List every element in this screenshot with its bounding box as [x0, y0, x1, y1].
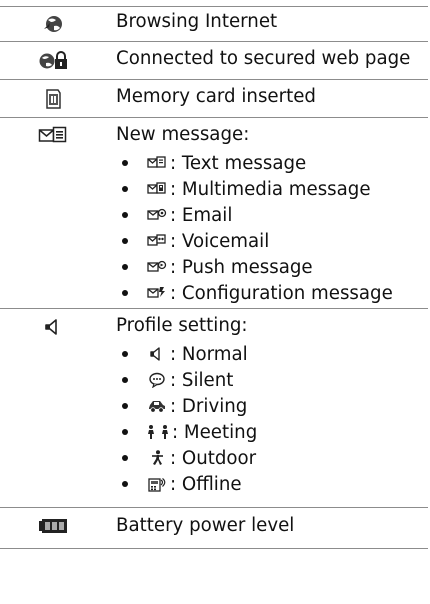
list-item-configuration-message: : Configuration message — [116, 280, 426, 306]
speaker-icon — [0, 317, 106, 337]
list-item-normal: : Normal — [116, 341, 426, 367]
list-item-voicemail: : Voicemail — [116, 228, 426, 254]
voicemail-icon — [146, 233, 168, 249]
multimedia-message-icon — [146, 181, 168, 197]
silent-icon — [146, 372, 168, 388]
bullet — [122, 403, 128, 409]
configuration-message-icon — [146, 285, 168, 301]
item-label: : Outdoor — [170, 447, 257, 469]
bullet — [122, 186, 128, 192]
bullet — [122, 212, 128, 218]
new-message-icon — [0, 126, 106, 146]
bullet — [122, 429, 128, 435]
list-item-silent: : Silent — [116, 367, 426, 393]
offline-icon — [146, 476, 168, 492]
table-row-memory-card: Memory card inserted — [0, 79, 428, 117]
item-label: : Driving — [170, 395, 248, 417]
text-message-icon — [146, 155, 168, 171]
item-label: : Push message — [170, 256, 313, 278]
bullet — [122, 455, 128, 461]
list-item-email: : Email — [116, 202, 426, 228]
table-row-new-message: New message: : Text message : Multimedia… — [0, 117, 428, 308]
table-row-browsing: Browsing Internet — [0, 6, 428, 41]
battery-icon — [0, 518, 106, 534]
list-item-push-message: : Push message — [116, 254, 426, 280]
row-label: Connected to secured web page — [116, 48, 411, 69]
normal-speaker-icon — [146, 346, 168, 362]
list-item-driving: : Driving — [116, 393, 426, 419]
bullet — [122, 481, 128, 487]
item-label: : Silent — [170, 369, 234, 391]
driving-car-icon — [146, 398, 168, 414]
email-icon — [146, 207, 168, 223]
row-label: Profile setting: — [116, 315, 248, 336]
meeting-icon — [146, 424, 170, 440]
item-label: : Multimedia message — [170, 178, 371, 200]
item-label: : Configuration message — [170, 282, 393, 304]
table-row-battery: Battery power level — [0, 507, 428, 549]
row-label: New message: — [116, 124, 250, 145]
row-label: Battery power level — [116, 515, 295, 536]
item-label: : Text message — [170, 152, 307, 174]
list-item-offline: : Offline — [116, 471, 426, 497]
status-icon-table: Browsing Internet Connected to secured w… — [0, 0, 428, 549]
push-message-icon — [146, 259, 168, 275]
bullet — [122, 264, 128, 270]
item-label: : Voicemail — [170, 230, 270, 252]
bullet — [122, 290, 128, 296]
list-item-meeting: : Meeting — [116, 419, 426, 445]
table-row-profile-setting: Profile setting: : Normal : Silent : Dri… — [0, 308, 428, 499]
list-item-multimedia-message: : Multimedia message — [116, 176, 426, 202]
list-item-outdoor: : Outdoor — [116, 445, 426, 471]
item-label: : Offline — [170, 473, 242, 495]
bullet — [122, 238, 128, 244]
secure-globe-lock-icon — [0, 50, 106, 72]
list-item-text-message: : Text message — [116, 150, 426, 176]
row-label: Browsing Internet — [116, 11, 278, 32]
bullet — [122, 377, 128, 383]
item-label: : Email — [170, 204, 233, 226]
item-label: : Normal — [170, 343, 248, 365]
outdoor-person-icon — [146, 450, 168, 466]
bullet — [122, 351, 128, 357]
memory-card-icon — [0, 88, 106, 110]
row-label: Memory card inserted — [116, 86, 316, 107]
item-label: : Meeting — [172, 421, 258, 443]
globe-icon — [0, 13, 106, 35]
bullet — [122, 160, 128, 166]
table-row-secured: Connected to secured web page — [0, 41, 428, 79]
